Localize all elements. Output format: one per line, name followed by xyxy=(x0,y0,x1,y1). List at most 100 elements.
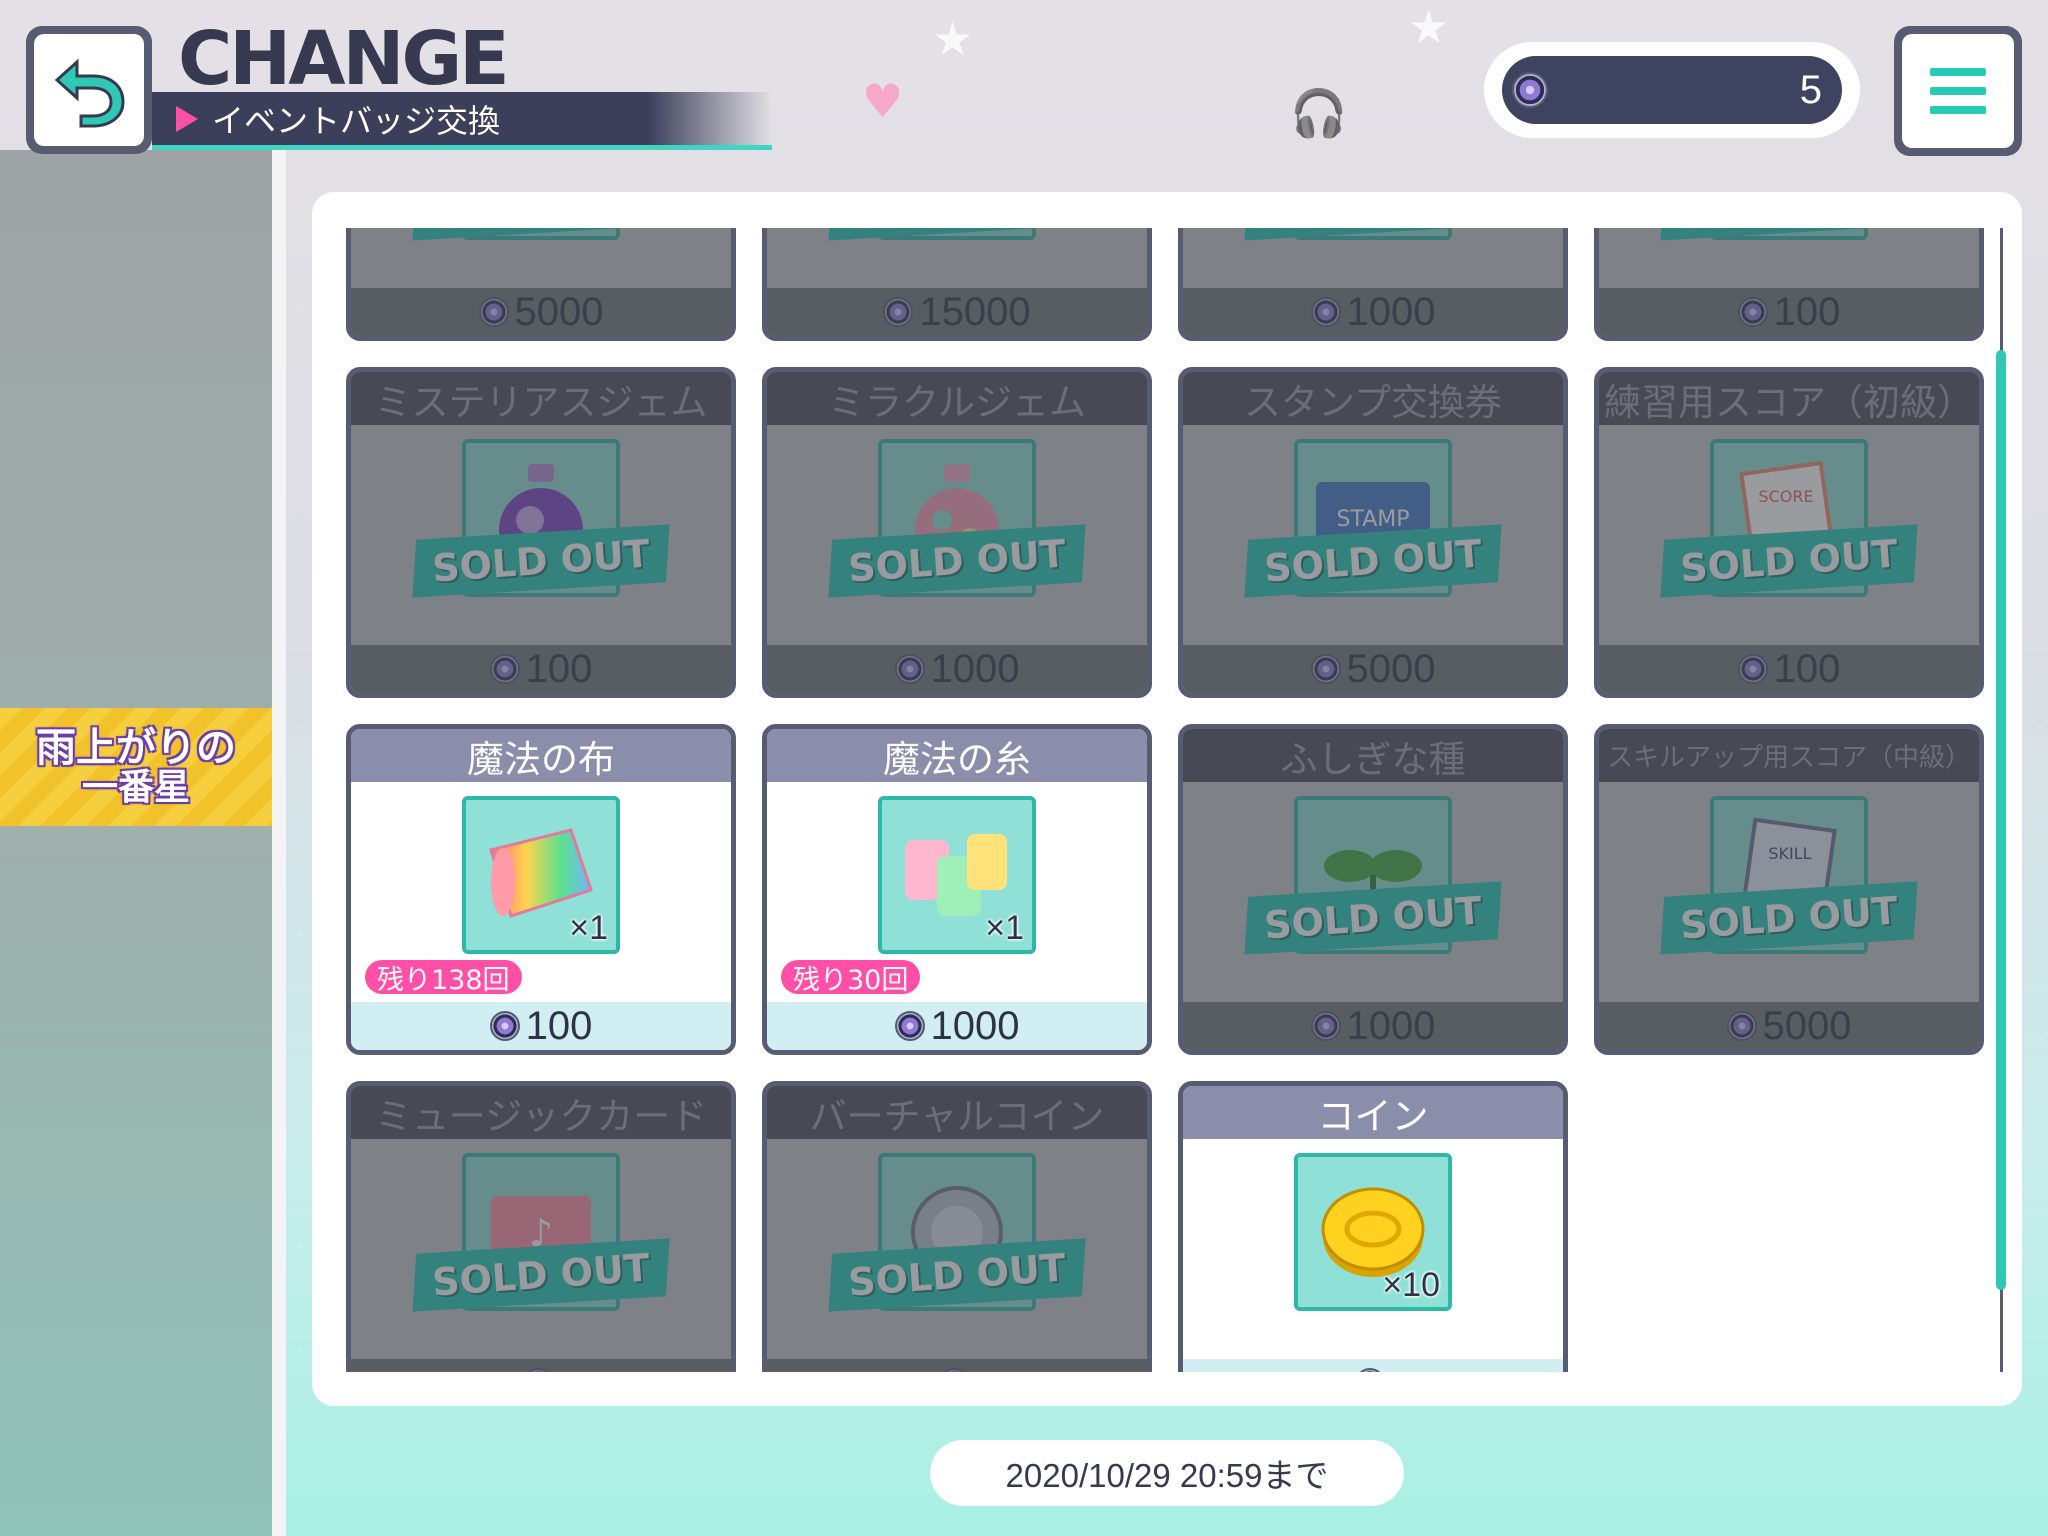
exchange-item-price: 100 xyxy=(351,645,731,693)
exchange-item-name: バーチャルコイン xyxy=(767,1086,1147,1139)
exchange-item-body: SOLD OUT xyxy=(351,228,731,288)
exchange-item-card[interactable]: 魔法の布 ×1 残り138回 100 xyxy=(346,724,736,1055)
event-badge-icon xyxy=(489,1011,520,1041)
exchange-item-card[interactable]: 魔法の糸 ×1 残り30回 1000 xyxy=(762,724,1152,1055)
exchange-item-card[interactable]: コイン ×10 xyxy=(1178,1081,1568,1372)
exchange-item-card[interactable]: SOLD OUT5000 xyxy=(346,228,736,341)
exchange-item-card[interactable]: ミラクルジェム SOLD OUT 1000 xyxy=(762,367,1152,698)
exchange-item-price: 5000 xyxy=(1599,1002,1979,1050)
sold-out-stamp: SOLD OUT xyxy=(408,522,673,600)
exchange-item-body: ×10 xyxy=(1183,1139,1563,1359)
event-badge-count: 5 xyxy=(1799,67,1822,112)
event-banner[interactable]: 雨上がりの 一番星 xyxy=(0,708,272,826)
star-icon: ★ xyxy=(932,12,974,66)
exchange-item-body: SOLD OUT xyxy=(351,425,731,645)
exchange-item-body: SOLD OUT xyxy=(767,425,1147,645)
sold-out-stamp: SOLD OUT xyxy=(824,522,1089,600)
exchange-item-price: 15000 xyxy=(767,288,1147,336)
exchange-item-price-value: 100 xyxy=(525,646,593,691)
exchange-item-price-value: 100 xyxy=(525,1003,593,1048)
event-badge-icon xyxy=(1355,1368,1385,1372)
exchange-item-body: SOLD OUT xyxy=(1183,228,1563,288)
exchange-item-card[interactable]: スキルアップ用スコア（中級） SKILL SOLD OUT 5000 xyxy=(1594,724,1984,1055)
exchange-deadline: 2020/10/29 20:59まで xyxy=(930,1440,1404,1506)
exchange-item-price-value: 100 xyxy=(1773,646,1841,691)
event-badge-icon xyxy=(894,654,925,684)
headphones-icon: 🎧 xyxy=(1290,86,1348,140)
exchange-item-price: 1000 xyxy=(1183,1002,1563,1050)
exchange-item-body: SOLD OUT xyxy=(1183,782,1563,1002)
coin-icon: ×10 xyxy=(1294,1153,1452,1311)
exchange-item-price: 100 xyxy=(351,1002,731,1050)
event-banner-line1: 雨上がりの xyxy=(36,724,236,772)
exchange-item-body: ×1 残り30回 xyxy=(767,782,1147,1002)
exchange-item-price: 1000 xyxy=(1183,288,1563,336)
back-arrow-icon xyxy=(54,58,125,128)
scrollbar-thumb[interactable] xyxy=(1996,350,2006,1290)
sold-out-stamp: SOLD OUT xyxy=(824,1236,1089,1314)
event-badge-icon xyxy=(1310,1011,1341,1041)
exchange-item-body: ×1 残り138回 xyxy=(351,782,731,1002)
hamburger-icon-bar xyxy=(1930,106,1986,114)
side-panel-edge xyxy=(272,150,286,1536)
exchange-item-body: STAMP SOLD OUT xyxy=(1183,425,1563,645)
exchange-item-price: 100 xyxy=(1599,645,1979,693)
exchange-item-card[interactable]: ふしぎな種 SOLD OUT 1000 xyxy=(1178,724,1568,1055)
svg-text:SKILL: SKILL xyxy=(1768,844,1811,863)
back-button[interactable] xyxy=(26,26,152,154)
exchange-item-card[interactable]: SOLD OUT1000 xyxy=(1178,228,1568,341)
exchange-item-card[interactable]: SOLD OUT15000 xyxy=(762,228,1152,341)
hamburger-icon-bar xyxy=(1930,87,1986,95)
sold-out-stamp: SOLD OUT xyxy=(408,1236,673,1314)
exchange-item-price-value: 5000 xyxy=(1346,646,1436,691)
exchange-item-card[interactable]: スタンプ交換券 STAMP SOLD OUT 5000 xyxy=(1178,367,1568,698)
exchange-item-price xyxy=(1183,1359,1563,1372)
exchange-item-price-value: 1000 xyxy=(1346,289,1436,334)
exchange-item-name: ふしぎな種 xyxy=(1183,729,1563,782)
hamburger-icon xyxy=(1930,68,1986,76)
exchange-item-price-value: 1000 xyxy=(930,1003,1020,1048)
exchange-item-card[interactable]: 練習用スコア（初級） SCORE SOLD OUT 100 xyxy=(1594,367,1984,698)
side-panel xyxy=(0,150,272,1536)
exchange-item-body: ♪ SOLD OUT xyxy=(351,1139,731,1359)
laurel-star-icon: ★ xyxy=(1408,0,1450,54)
page-title: CHANGE xyxy=(178,16,510,102)
exchange-item-body: SOLD OUT xyxy=(1599,228,1979,288)
exchange-item-price-value: 5000 xyxy=(514,289,604,334)
exchange-item-quantity: ×10 xyxy=(1382,1266,1440,1304)
exchange-item-quantity: ×1 xyxy=(569,909,608,947)
event-badge-counter: 5 xyxy=(1484,42,1860,138)
exchange-item-body: SCORE SOLD OUT xyxy=(1599,425,1979,645)
exchange-item-body: SKILL SOLD OUT xyxy=(1599,782,1979,1002)
event-badge-icon xyxy=(1310,654,1341,684)
exchange-remaining-badge: 残り30回 xyxy=(781,960,921,996)
sold-out-stamp: SOLD OUT xyxy=(1240,522,1505,600)
exchange-item-name: 練習用スコア（初級） xyxy=(1599,372,1979,425)
svg-text:STAMP: STAMP xyxy=(1337,507,1410,532)
exchange-item-list[interactable]: SOLD OUT5000SOLD OUT15000SOLD OUT1000SOL… xyxy=(346,228,1986,1372)
exchange-item-name: コイン xyxy=(1183,1086,1563,1139)
exchange-item-price: 5000 xyxy=(351,288,731,336)
exchange-item-name: スタンプ交換券 xyxy=(1183,372,1563,425)
event-badge-icon xyxy=(1737,654,1768,684)
exchange-item-card[interactable]: ミュージックカード ♪ SOLD OUT xyxy=(346,1081,736,1372)
event-badge-icon xyxy=(1512,72,1548,108)
exchange-item-price-value: 5000 xyxy=(1762,1003,1852,1048)
heart-icon: ♥ xyxy=(862,74,904,128)
event-badge-icon xyxy=(939,1368,969,1372)
menu-button[interactable] xyxy=(1894,26,2022,156)
magic-thread-icon: ×1 xyxy=(878,796,1036,954)
exchange-item-price: 1000 xyxy=(767,1002,1147,1050)
exchange-item-card[interactable]: ミステリアスジェム SOLD OUT 100 xyxy=(346,367,736,698)
exchange-item-name: ミュージックカード xyxy=(351,1086,731,1139)
exchange-item-card[interactable]: SOLD OUT100 xyxy=(1594,228,1984,341)
magic-cloth-icon: ×1 xyxy=(462,796,620,954)
exchange-item-grid: SOLD OUT5000SOLD OUT15000SOLD OUT1000SOL… xyxy=(346,228,1984,1372)
exchange-item-price-value: 15000 xyxy=(919,289,1031,334)
event-badge-icon xyxy=(523,1368,553,1372)
exchange-item-price xyxy=(767,1359,1147,1372)
exchange-item-body: SOLD OUT xyxy=(767,228,1147,288)
event-banner-line2: 一番星 xyxy=(81,766,190,809)
exchange-item-card[interactable]: バーチャルコイン SOLD OUT xyxy=(762,1081,1152,1372)
event-badge-icon xyxy=(883,297,914,327)
